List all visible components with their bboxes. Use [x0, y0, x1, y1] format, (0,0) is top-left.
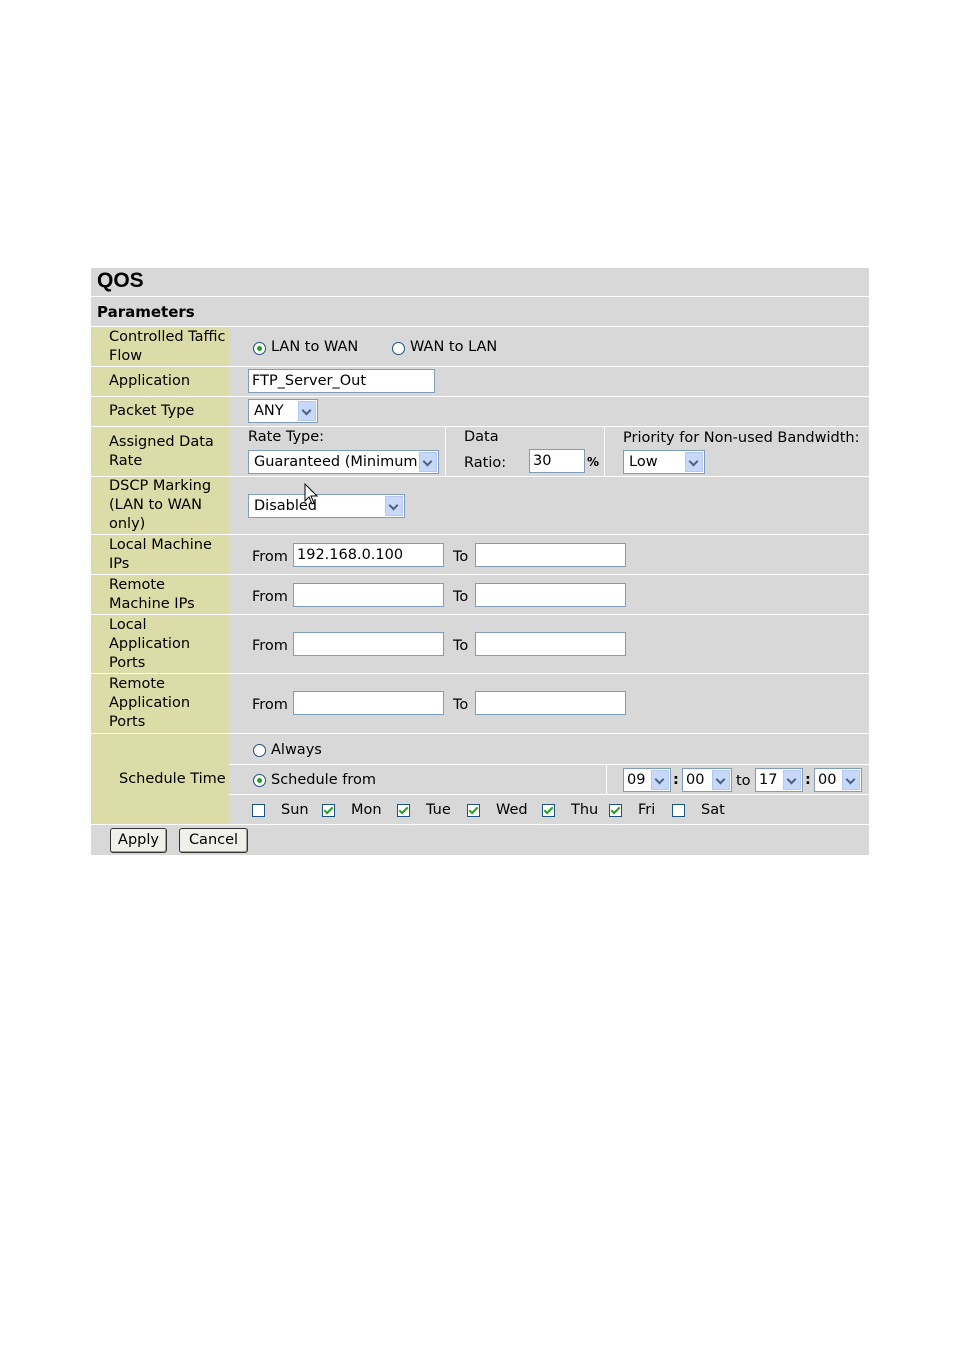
local-port-to-input[interactable]: [475, 632, 626, 656]
label-local-ports: Local Application Ports: [109, 617, 191, 671]
rate-type-label: Rate Type:: [248, 429, 325, 445]
start-min-select[interactable]: 00: [682, 768, 732, 792]
remote-port-to-input[interactable]: [475, 691, 626, 715]
label-local-ips: Local Machine IPs: [109, 537, 212, 572]
from-label: From: [252, 697, 288, 713]
label-flow-cell: Controlled Taffic Flow: [91, 327, 229, 366]
chevron-down-icon: [385, 496, 403, 516]
chevron-down-icon: [685, 452, 703, 472]
radio-wan-to-lan[interactable]: [392, 342, 405, 355]
label-flow: Controlled Taffic Flow: [109, 329, 226, 364]
day-label-wed: Wed: [496, 802, 528, 818]
label-remote-ports-cell: Remote Application Ports: [91, 674, 229, 733]
checkbox-fri[interactable]: [609, 804, 622, 817]
label-remote-ports: Remote Application Ports: [109, 676, 191, 730]
day-label-fri: Fri: [638, 802, 656, 818]
rate-type-value: Guaranteed (Minimum): [254, 454, 424, 470]
checkbox-sun[interactable]: [252, 804, 265, 817]
day-label-tue: Tue: [426, 802, 451, 818]
priority-value: Low: [629, 454, 658, 470]
to-label: To: [453, 589, 469, 605]
day-label-mon: Mon: [351, 802, 382, 818]
local-ip-from-input[interactable]: 192.168.0.100: [293, 543, 444, 567]
remote-ip-from-input[interactable]: [293, 583, 444, 607]
chevron-down-icon: [842, 770, 860, 790]
label-schedule: Schedule Time: [119, 771, 226, 787]
radio-lan-to-wan[interactable]: [253, 342, 266, 355]
chevron-down-icon: [783, 770, 801, 790]
to-label: To: [453, 549, 469, 565]
checkbox-sat[interactable]: [672, 804, 685, 817]
chevron-down-icon: [651, 770, 669, 790]
radio-schedule-from[interactable]: [253, 774, 266, 787]
packet-type-select[interactable]: ANY: [248, 399, 318, 423]
label-packet-type-cell: Packet Type: [91, 397, 229, 426]
label-local-ports-cell: Local Application Ports: [91, 615, 229, 673]
from-label: From: [252, 549, 288, 565]
data-label: Data: [464, 429, 499, 445]
checkbox-mon[interactable]: [322, 804, 335, 817]
checkbox-tue[interactable]: [397, 804, 410, 817]
flow-option1-label: LAN to WAN: [271, 339, 359, 355]
label-data-rate-cell: Assigned Data Rate: [91, 427, 229, 476]
day-label-thu: Thu: [571, 802, 599, 818]
start-hour-select[interactable]: 09: [623, 768, 671, 792]
end-min-select[interactable]: 00: [814, 768, 862, 792]
remote-port-from-input[interactable]: [293, 691, 444, 715]
radio-always[interactable]: [253, 744, 266, 757]
label-remote-ips: Remote Machine IPs: [109, 577, 195, 612]
end-hour-select[interactable]: 17: [755, 768, 803, 792]
flow-option2-label: WAN to LAN: [410, 339, 498, 355]
to-label: To: [453, 697, 469, 713]
day-label-sat: Sat: [701, 802, 725, 818]
to-word: to: [736, 773, 751, 789]
page-title: QOS: [97, 269, 144, 292]
time-colon: :: [805, 772, 811, 788]
label-packet-type: Packet Type: [109, 403, 195, 419]
schedule-from-label: Schedule from: [271, 772, 376, 788]
ratio-input[interactable]: 30: [529, 449, 585, 473]
dscp-select[interactable]: Disabled: [248, 494, 405, 518]
section-heading: Parameters: [97, 303, 195, 321]
label-application: Application: [109, 373, 191, 389]
label-application-cell: Application: [91, 367, 229, 396]
packet-type-value: ANY: [254, 403, 284, 419]
chevron-down-icon: [298, 401, 316, 421]
end-hour-value: 17: [759, 772, 778, 788]
percent-sign: %: [587, 455, 600, 469]
ratio-label: Ratio:: [464, 455, 507, 471]
label-schedule-cell: Schedule Time: [91, 734, 229, 824]
end-min-value: 00: [818, 772, 837, 788]
from-label: From: [252, 638, 288, 654]
to-label: To: [453, 638, 469, 654]
remote-ip-to-input[interactable]: [475, 583, 626, 607]
priority-select[interactable]: Low: [623, 450, 705, 474]
cancel-button[interactable]: Cancel: [179, 828, 248, 853]
mouse-cursor-icon: [304, 483, 319, 505]
local-port-from-input[interactable]: [293, 632, 444, 656]
local-ip-to-input[interactable]: [475, 543, 626, 567]
time-colon: :: [673, 772, 679, 788]
label-remote-ips-cell: Remote Machine IPs: [91, 575, 229, 614]
checkbox-thu[interactable]: [542, 804, 555, 817]
priority-label: Priority for Non-used Bandwidth:: [623, 430, 860, 446]
apply-button[interactable]: Apply: [110, 828, 167, 853]
label-dscp: DSCP Marking (LAN to WAN only): [109, 478, 212, 532]
application-input[interactable]: FTP_Server_Out: [248, 369, 435, 393]
chevron-down-icon: [712, 770, 730, 790]
start-hour-value: 09: [627, 772, 646, 788]
always-label: Always: [271, 742, 322, 758]
label-dscp-cell: DSCP Marking (LAN to WAN only): [91, 477, 229, 534]
from-label: From: [252, 589, 288, 605]
qos-panel: QOS Parameters Controlled Taffic Flow Ap…: [91, 268, 869, 855]
label-local-ips-cell: Local Machine IPs: [91, 535, 229, 574]
start-min-value: 00: [686, 772, 705, 788]
rate-type-select[interactable]: Guaranteed (Minimum): [248, 450, 439, 474]
chevron-down-icon: [419, 452, 437, 472]
day-label-sun: Sun: [281, 802, 309, 818]
label-data-rate: Assigned Data Rate: [109, 434, 214, 469]
checkbox-wed[interactable]: [467, 804, 480, 817]
